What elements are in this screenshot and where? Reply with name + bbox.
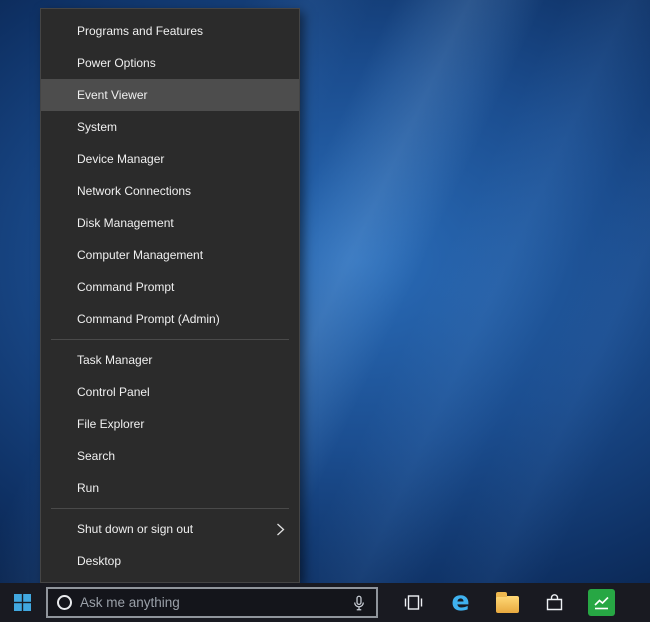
- menu-item-task-manager[interactable]: Task Manager: [41, 344, 299, 376]
- search-input[interactable]: [80, 595, 342, 610]
- taskbar-search[interactable]: [46, 587, 378, 618]
- store-button[interactable]: [531, 583, 578, 622]
- chart-app-icon: [588, 589, 615, 616]
- menu-item-shut-down-or-sign-out[interactable]: Shut down or sign out: [41, 513, 299, 545]
- menu-item-file-explorer[interactable]: File Explorer: [41, 408, 299, 440]
- winx-menu: Programs and Features Power Options Even…: [40, 8, 300, 583]
- menu-separator: [51, 339, 289, 340]
- store-icon: [544, 592, 565, 613]
- edge-icon: e: [451, 588, 469, 615]
- menu-item-command-prompt-admin[interactable]: Command Prompt (Admin): [41, 303, 299, 335]
- menu-item-programs-and-features[interactable]: Programs and Features: [41, 15, 299, 47]
- task-view-button[interactable]: [390, 583, 437, 622]
- menu-item-command-prompt[interactable]: Command Prompt: [41, 271, 299, 303]
- menu-item-label: Shut down or sign out: [77, 513, 193, 545]
- folder-icon: [496, 596, 519, 613]
- menu-item-run[interactable]: Run: [41, 472, 299, 504]
- menu-item-device-manager[interactable]: Device Manager: [41, 143, 299, 175]
- taskbar-icons: e: [390, 583, 625, 622]
- cortana-ring-icon: [57, 595, 72, 610]
- menu-item-search[interactable]: Search: [41, 440, 299, 472]
- edge-button[interactable]: e: [437, 583, 484, 622]
- menu-item-system[interactable]: System: [41, 111, 299, 143]
- menu-item-computer-management[interactable]: Computer Management: [41, 239, 299, 271]
- microphone-icon[interactable]: [350, 594, 368, 612]
- task-view-icon: [403, 592, 424, 613]
- menu-item-disk-management[interactable]: Disk Management: [41, 207, 299, 239]
- menu-separator: [51, 508, 289, 509]
- file-explorer-button[interactable]: [484, 583, 531, 622]
- screen: Programs and Features Power Options Even…: [0, 0, 650, 622]
- chart-app-button[interactable]: [578, 583, 625, 622]
- submenu-arrow-icon: [276, 523, 285, 536]
- start-button[interactable]: [0, 583, 44, 622]
- menu-item-power-options[interactable]: Power Options: [41, 47, 299, 79]
- menu-item-control-panel[interactable]: Control Panel: [41, 376, 299, 408]
- windows-logo-icon: [14, 594, 31, 611]
- menu-item-event-viewer[interactable]: Event Viewer: [41, 79, 299, 111]
- menu-item-desktop[interactable]: Desktop: [41, 545, 299, 577]
- menu-item-network-connections[interactable]: Network Connections: [41, 175, 299, 207]
- taskbar: e: [0, 583, 650, 622]
